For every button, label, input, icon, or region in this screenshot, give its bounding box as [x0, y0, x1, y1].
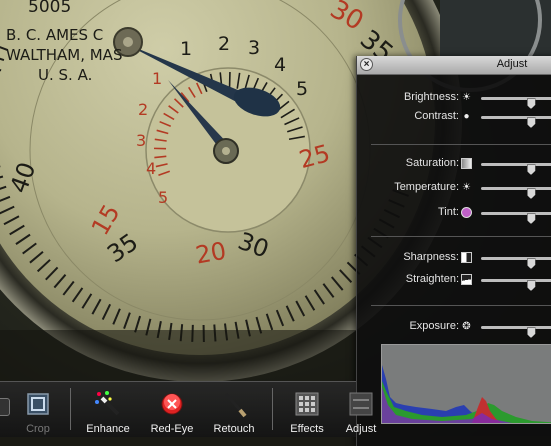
section-divider — [371, 144, 551, 145]
sharpness-row: Sharpness: — [357, 250, 551, 266]
tint-slider[interactable] — [481, 212, 551, 215]
toolbar-divider — [272, 388, 273, 430]
adjust-title: Adjust — [457, 58, 551, 70]
exposure-slider[interactable] — [481, 326, 551, 329]
thumbnail-toggle-button[interactable] — [0, 398, 10, 416]
adjust-sliders-icon — [347, 390, 375, 418]
crop-label: Crop — [10, 423, 66, 435]
dial-red-number: 5 — [158, 188, 168, 207]
magic-wand-icon — [94, 390, 122, 418]
tint-label: Tint: — [438, 206, 459, 218]
adjust-titlebar[interactable]: × Adjust — [357, 56, 551, 75]
dial-number: 3 — [248, 37, 260, 59]
retouch-tool[interactable]: Retouch — [206, 388, 262, 436]
effects-tool[interactable]: Effects — [279, 388, 335, 436]
red-eye-icon — [158, 390, 186, 418]
red-eye-label: Red-Eye — [144, 423, 200, 435]
exposure-label: Exposure: — [409, 320, 459, 332]
contrast-label: Contrast: — [414, 110, 459, 122]
effects-grid-icon — [293, 390, 321, 418]
histogram[interactable] — [381, 344, 551, 424]
effects-label: Effects — [279, 423, 335, 435]
contrast-icon: ● — [461, 111, 472, 122]
dial-red-number: 3 — [136, 131, 146, 150]
straighten-row: Straighten: — [357, 272, 551, 288]
contrast-row: Contrast: ● — [357, 109, 551, 125]
temperature-icon: ☀ — [461, 182, 472, 193]
slider-thumb[interactable] — [527, 164, 536, 175]
brightness-row: Brightness: ☀ — [357, 90, 551, 106]
sharpness-icon — [461, 252, 472, 263]
exposure-icon: ❂ — [461, 321, 472, 332]
crop-icon — [24, 390, 52, 418]
dial-number: 4 — [274, 54, 286, 76]
brightness-label: Brightness: — [404, 91, 459, 103]
dial-red-number: 1 — [152, 69, 162, 88]
saturation-label: Saturation: — [406, 157, 459, 169]
enhance-label: Enhance — [80, 423, 136, 435]
slider-thumb[interactable] — [527, 258, 536, 269]
toolbar-divider — [70, 388, 71, 430]
enhance-tool[interactable]: Enhance — [80, 388, 136, 436]
adjust-tool[interactable]: Adjust — [333, 388, 389, 436]
histogram-graph — [382, 345, 551, 423]
temperature-label: Temperature: — [394, 181, 459, 193]
exposure-row: Exposure: ❂ — [357, 319, 551, 335]
dial-red-number: 4 — [146, 159, 156, 178]
dial-number: 1 — [180, 38, 192, 60]
tint-icon — [461, 207, 472, 218]
temperature-row: Temperature: ☀ — [357, 180, 551, 196]
edit-toolbar: Crop Enhance Red-Eye Retouch — [0, 381, 356, 437]
slider-thumb[interactable] — [527, 98, 536, 109]
straighten-slider[interactable] — [481, 279, 551, 282]
dial-city-text: WALTHAM, MAS — [6, 46, 122, 64]
slider-thumb[interactable] — [527, 280, 536, 291]
contrast-slider[interactable] — [481, 116, 551, 119]
saturation-slider[interactable] — [481, 163, 551, 166]
slider-thumb[interactable] — [527, 327, 536, 338]
dial-red-number: 2 — [138, 100, 148, 119]
crop-tool[interactable]: Crop — [10, 388, 66, 436]
dial-serial-text: 5005 — [28, 0, 71, 17]
slider-thumb[interactable] — [527, 213, 536, 224]
adjust-label: Adjust — [333, 423, 389, 435]
straighten-label: Straighten: — [406, 273, 459, 285]
close-icon[interactable]: × — [360, 58, 373, 71]
dial-maker-text: B. C. AMES C — [6, 26, 103, 44]
brightness-slider[interactable] — [481, 97, 551, 100]
brush-icon — [220, 390, 248, 418]
dial-number: 5 — [296, 78, 308, 100]
red-eye-tool[interactable]: Red-Eye — [144, 388, 200, 436]
dial-country-text: U. S. A. — [38, 66, 92, 84]
slider-thumb[interactable] — [527, 188, 536, 199]
saturation-row: Saturation: — [357, 156, 551, 172]
straighten-icon — [461, 274, 472, 285]
saturation-icon — [461, 158, 472, 169]
sharpness-slider[interactable] — [481, 257, 551, 260]
temperature-slider[interactable] — [481, 187, 551, 190]
retouch-label: Retouch — [206, 423, 262, 435]
brightness-icon: ☀ — [461, 92, 472, 103]
scale-number: 20 — [193, 237, 228, 270]
section-divider — [371, 236, 551, 237]
slider-thumb[interactable] — [527, 117, 536, 128]
tint-row: Tint: — [357, 205, 551, 221]
sharpness-label: Sharpness: — [403, 251, 459, 263]
dial-number: 2 — [218, 33, 230, 55]
section-divider — [371, 305, 551, 306]
